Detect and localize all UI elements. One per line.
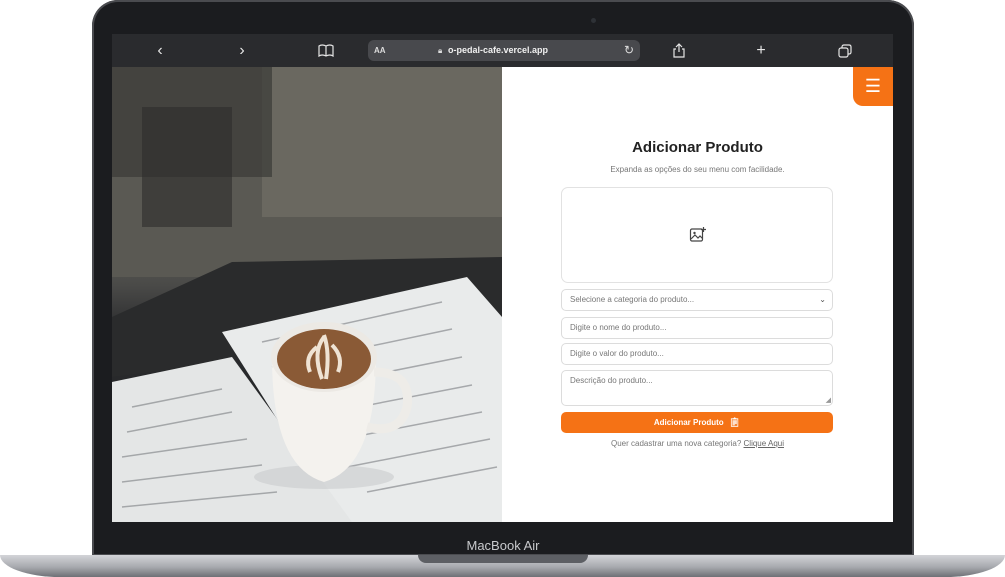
lock-icon: 🔒︎ (438, 46, 443, 55)
image-add-icon (689, 227, 706, 242)
back-icon[interactable]: ‹ (148, 34, 172, 67)
clipboard-check-icon: 📋︎ (728, 417, 741, 427)
hero-image (112, 67, 502, 522)
web-page: ☰ Adicionar Produto Expanda as opções do… (112, 67, 893, 522)
product-name-input[interactable]: Digite o nome do produto... (561, 317, 833, 339)
url-text[interactable]: o-pedal-cafe.vercel.app (448, 40, 548, 61)
image-upload-area[interactable] (561, 187, 833, 283)
share-icon[interactable] (667, 34, 691, 67)
new-tab-icon[interactable]: + (749, 34, 773, 67)
device-label: MacBook Air (466, 538, 540, 553)
product-value-placeholder: Digite o valor do produto... (570, 349, 664, 358)
add-product-label: Adicionar Produto (653, 418, 724, 427)
new-category-link[interactable]: Clique Aqui (744, 439, 784, 448)
product-name-placeholder: Digite o nome do produto... (570, 323, 667, 332)
page-subtitle: Expanda as opções do seu menu com facili… (610, 165, 785, 174)
text-size-button[interactable]: AA (374, 40, 386, 61)
screen: ‹ › AA 🔒︎ o-pedal-cafe.vercel.app ↻ + ☰ … (112, 34, 893, 522)
resize-handle-icon[interactable]: ◢ (826, 397, 831, 405)
category-select-value: Selecione a categoria do produto... (570, 295, 695, 304)
laptop-notch (418, 555, 588, 563)
add-product-panel: ☰ Adicionar Produto Expanda as opções do… (502, 67, 893, 522)
browser-toolbar: ‹ › AA 🔒︎ o-pedal-cafe.vercel.app ↻ + (112, 34, 893, 67)
add-product-button[interactable]: Adicionar Produto 📋︎ (561, 412, 833, 433)
category-select[interactable]: Selecione a categoria do produto... ⌄ (561, 289, 833, 311)
chevron-down-icon: ⌄ (819, 295, 826, 304)
product-value-input[interactable]: Digite o valor do produto... (561, 343, 833, 365)
address-bar[interactable]: AA 🔒︎ o-pedal-cafe.vercel.app ↻ (368, 40, 640, 61)
new-category-text: Quer cadastrar uma nova categoria? (610, 439, 742, 448)
forward-icon[interactable]: › (230, 34, 254, 67)
page-title: Adicionar Produto (632, 139, 763, 156)
hamburger-icon[interactable]: ☰ (853, 67, 893, 106)
product-description-textarea[interactable]: Descrição do produto... ◢ (561, 370, 833, 406)
coffee-photo (112, 67, 502, 522)
reload-icon[interactable]: ↻ (624, 40, 634, 61)
book-icon[interactable] (314, 34, 338, 67)
product-description-placeholder: Descrição do produto... (570, 376, 653, 385)
camera (591, 18, 596, 23)
new-category-prompt: Quer cadastrar uma nova categoria? Cliqu… (502, 439, 893, 448)
tabs-icon[interactable] (833, 34, 857, 67)
